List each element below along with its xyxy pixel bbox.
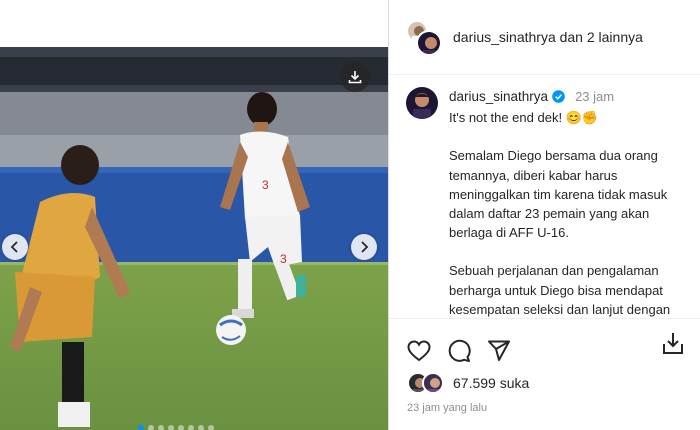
likes-count[interactable]: 67.599 suka	[453, 375, 529, 391]
caption-header: darius_sinathrya 23 jam	[449, 87, 694, 106]
previous-slide-button[interactable]	[2, 234, 28, 260]
slide-dot	[158, 425, 164, 430]
slide-dot	[198, 425, 204, 430]
share-send-icon[interactable]	[487, 340, 511, 362]
avatar	[422, 372, 444, 394]
avatar[interactable]	[406, 87, 438, 119]
svg-text:3: 3	[262, 178, 269, 192]
next-slide-button[interactable]	[351, 234, 377, 260]
caption-body: darius_sinathrya 23 jam It's not the end…	[449, 87, 694, 318]
caption-comment: darius_sinathrya 23 jam It's not the end…	[389, 75, 700, 318]
liker-avatars	[407, 372, 447, 394]
slide-dot	[178, 425, 184, 430]
save-bookmark-icon[interactable]	[662, 331, 684, 355]
post-header: darius_sinathrya dan 2 lainnya	[389, 0, 700, 75]
like-heart-icon[interactable]	[407, 339, 431, 362]
username-link[interactable]: darius_sinathrya	[449, 87, 548, 106]
post-sidebar: darius_sinathrya dan 2 lainnya darius_si…	[388, 0, 700, 430]
collab-avatars[interactable]	[406, 20, 442, 56]
action-bar	[389, 319, 700, 369]
posted-timestamp[interactable]: 23 jam yang lalu	[389, 402, 700, 414]
comment-bubble-icon[interactable]	[447, 339, 471, 363]
slide-indicator	[138, 425, 214, 430]
likes-summary[interactable]: 67.599 suka	[389, 372, 700, 394]
post-owner-label[interactable]: darius_sinathrya dan 2 lainnya	[453, 29, 643, 45]
slide-dot	[138, 425, 144, 430]
post-media: 3 3	[0, 0, 388, 430]
download-button[interactable]	[340, 62, 370, 92]
post-time[interactable]: 23 jam	[575, 87, 614, 106]
caption-paragraph: It's not the end dek! 😊✊	[449, 110, 599, 126]
chevron-left-icon	[10, 241, 18, 253]
slide-dot	[148, 425, 154, 430]
caption-paragraph: Semalam Diego bersama dua orang temannya…	[449, 148, 668, 241]
download-icon	[348, 71, 362, 84]
football-photo: 3 3	[0, 47, 388, 430]
slide-dot	[208, 425, 214, 430]
post-photo[interactable]: 3 3	[0, 47, 388, 430]
slide-dot	[188, 425, 194, 430]
caption-paragraph: Sebuah perjalanan dan pengalaman berharg…	[449, 263, 671, 317]
chevron-right-icon	[361, 241, 369, 253]
post-actions: 67.599 suka 23 jam yang lalu	[389, 318, 700, 430]
svg-text:3: 3	[280, 252, 287, 266]
slide-dot	[168, 425, 174, 430]
avatar	[416, 30, 442, 56]
verified-badge-icon	[552, 90, 565, 103]
